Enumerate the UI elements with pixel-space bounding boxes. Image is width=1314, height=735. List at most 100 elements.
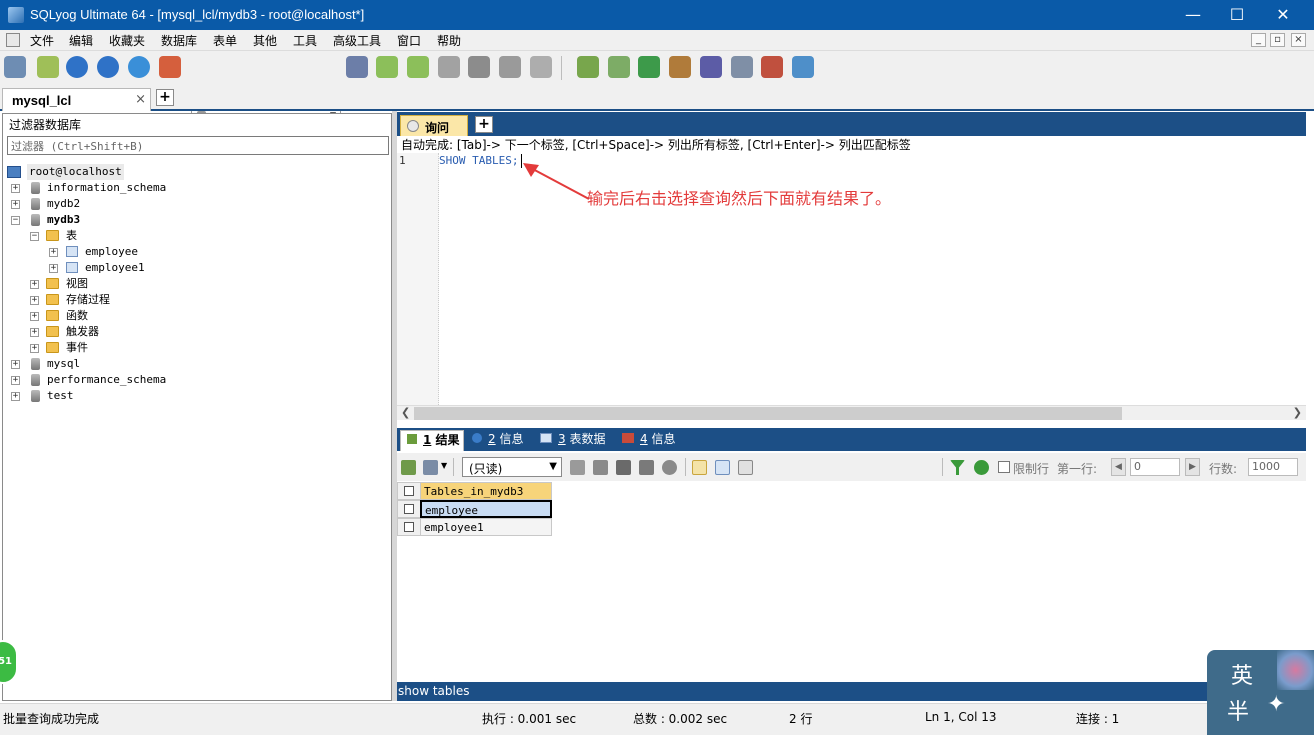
execute-all-icon[interactable]: [97, 56, 119, 78]
row-checkbox[interactable]: [404, 522, 414, 532]
folder-icon: [46, 230, 59, 241]
query-tab[interactable]: 询问: [400, 115, 468, 136]
stop-icon[interactable]: [159, 56, 181, 78]
ime-widget[interactable]: 英 半 ✦: [1207, 650, 1314, 735]
user-manager-icon[interactable]: [346, 56, 368, 78]
select-all-checkbox[interactable]: [404, 486, 414, 496]
refresh-icon[interactable]: [974, 460, 989, 475]
ime-width-key[interactable]: 半: [1227, 694, 1249, 726]
title-bar: SQLyog Ultimate 64 - [mysql_lcl/mydb3 - …: [0, 0, 1314, 30]
backup-icon[interactable]: [438, 56, 460, 78]
new-query-icon[interactable]: [37, 56, 59, 78]
import-icon[interactable]: [608, 56, 630, 78]
delete-row-icon[interactable]: [639, 460, 654, 475]
menu-tools[interactable]: 工具: [293, 32, 317, 49]
export-grid-icon[interactable]: [401, 460, 416, 475]
tab-result-1[interactable]: 1 结果: [400, 430, 464, 451]
ime-lang-key[interactable]: 英: [1231, 658, 1253, 690]
sql-editor[interactable]: 1 SHOW TABLES; 输完后右击选择查询然后下面就有结果了。: [397, 153, 1306, 405]
menu-other[interactable]: 其他: [253, 32, 277, 49]
result-grid: Tables_in_mydb3 employee employee1: [397, 482, 1306, 682]
first-row-input[interactable]: 0: [1130, 458, 1180, 476]
tab-table-data-3[interactable]: 3 表数据: [540, 430, 605, 451]
floating-counter-badge[interactable]: 51: [0, 640, 18, 684]
table-icon: [66, 262, 78, 273]
new-connection-icon[interactable]: [4, 56, 26, 78]
text-view-icon[interactable]: [738, 460, 753, 475]
create-table-icon[interactable]: [407, 56, 429, 78]
add-query-tab-button[interactable]: +: [475, 116, 493, 133]
menu-favorites[interactable]: 收藏夹: [109, 32, 145, 49]
filter-title: 过滤器数据库: [9, 118, 82, 132]
menu-advanced-tools[interactable]: 高级工具: [333, 32, 381, 49]
column-header[interactable]: Tables_in_mydb3: [420, 482, 552, 500]
menu-help[interactable]: 帮助: [437, 32, 461, 49]
sync-icon[interactable]: [577, 56, 599, 78]
database-icon: [31, 198, 40, 210]
database-icon: [31, 374, 40, 386]
minimize-button[interactable]: —: [1170, 0, 1216, 30]
scrollbar-thumb[interactable]: [414, 407, 1122, 420]
menu-edit[interactable]: 编辑: [69, 32, 93, 49]
query-builder-icon[interactable]: [530, 56, 552, 78]
editor-horizontal-scrollbar[interactable]: ❮ ❯: [397, 405, 1306, 420]
copy-grid-icon[interactable]: [423, 460, 438, 475]
mdi-minimize-button[interactable]: _: [1251, 33, 1266, 47]
filter-icon[interactable]: [950, 460, 965, 475]
folder-icon: [46, 326, 59, 337]
limit-rows-checkbox[interactable]: [998, 461, 1010, 473]
schedule-icon[interactable]: [700, 56, 722, 78]
duplicate-row-icon[interactable]: [593, 460, 608, 475]
grid-view-icon[interactable]: [692, 460, 707, 475]
migration-icon[interactable]: [669, 56, 691, 78]
query-status-line: show tables: [397, 682, 1306, 701]
refresh-icon[interactable]: [128, 56, 150, 78]
database-icon: [31, 182, 40, 194]
rows-count-input[interactable]: 1000: [1248, 458, 1298, 476]
row-checkbox[interactable]: [404, 504, 414, 514]
maximize-button[interactable]: ☐: [1214, 0, 1260, 30]
prev-page-button[interactable]: ◀: [1111, 458, 1126, 476]
export-icon[interactable]: [731, 56, 753, 78]
folder-icon: [46, 278, 59, 289]
mdi-close-button[interactable]: ×: [1291, 33, 1306, 47]
create-database-icon[interactable]: [376, 56, 398, 78]
menu-table[interactable]: 表单: [213, 32, 237, 49]
menu-database[interactable]: 数据库: [161, 32, 197, 49]
next-page-button[interactable]: ▶: [1185, 458, 1200, 476]
object-browser: 过滤器数据库 过滤器 (Ctrl+Shift+B) root@localhost…: [2, 113, 392, 701]
add-connection-tab-button[interactable]: +: [156, 89, 174, 106]
schema-sync-icon[interactable]: [792, 56, 814, 78]
cancel-icon[interactable]: [662, 460, 677, 475]
mdi-restore-button[interactable]: ▫: [1270, 33, 1285, 47]
connection-tab[interactable]: mysql_lcl ×: [2, 88, 151, 111]
chevron-down-icon[interactable]: ▼: [441, 461, 447, 470]
table-icon: [540, 433, 552, 443]
schema-designer-icon[interactable]: [468, 56, 490, 78]
compare-icon[interactable]: [638, 56, 660, 78]
tab-info-4[interactable]: 4 信息: [622, 430, 675, 451]
insert-row-icon[interactable]: [570, 460, 585, 475]
table-row[interactable]: employee: [420, 500, 552, 518]
form-view-icon[interactable]: [715, 460, 730, 475]
document-menu-icon[interactable]: [6, 33, 20, 47]
star-icon: ✦: [1267, 692, 1286, 717]
menu-file[interactable]: 文件: [30, 32, 54, 49]
table-data-icon[interactable]: [499, 56, 521, 78]
filter-input[interactable]: 过滤器 (Ctrl+Shift+B): [7, 136, 389, 155]
line-number: 1: [399, 154, 406, 167]
tab-messages-2[interactable]: 2 信息: [472, 430, 523, 451]
scroll-left-icon[interactable]: ❮: [401, 406, 410, 419]
menu-window[interactable]: 窗口: [397, 32, 421, 49]
close-button[interactable]: ✕: [1260, 0, 1306, 30]
table-row[interactable]: employee1: [420, 518, 552, 536]
scroll-right-icon[interactable]: ❯: [1293, 406, 1302, 419]
close-icon[interactable]: ×: [135, 92, 146, 107]
execute-query-icon[interactable]: [66, 56, 88, 78]
status-exec-time: 执行 : 0.001 sec: [482, 712, 577, 726]
save-icon[interactable]: [616, 460, 631, 475]
readonly-mode-select[interactable]: (只读) ▼: [462, 457, 562, 477]
status-bar: 批量查询成功完成 执行 : 0.001 sec 总数 : 0.002 sec 2…: [0, 703, 1314, 735]
report-icon[interactable]: [761, 56, 783, 78]
sql-text[interactable]: SHOW TABLES;: [439, 154, 518, 167]
